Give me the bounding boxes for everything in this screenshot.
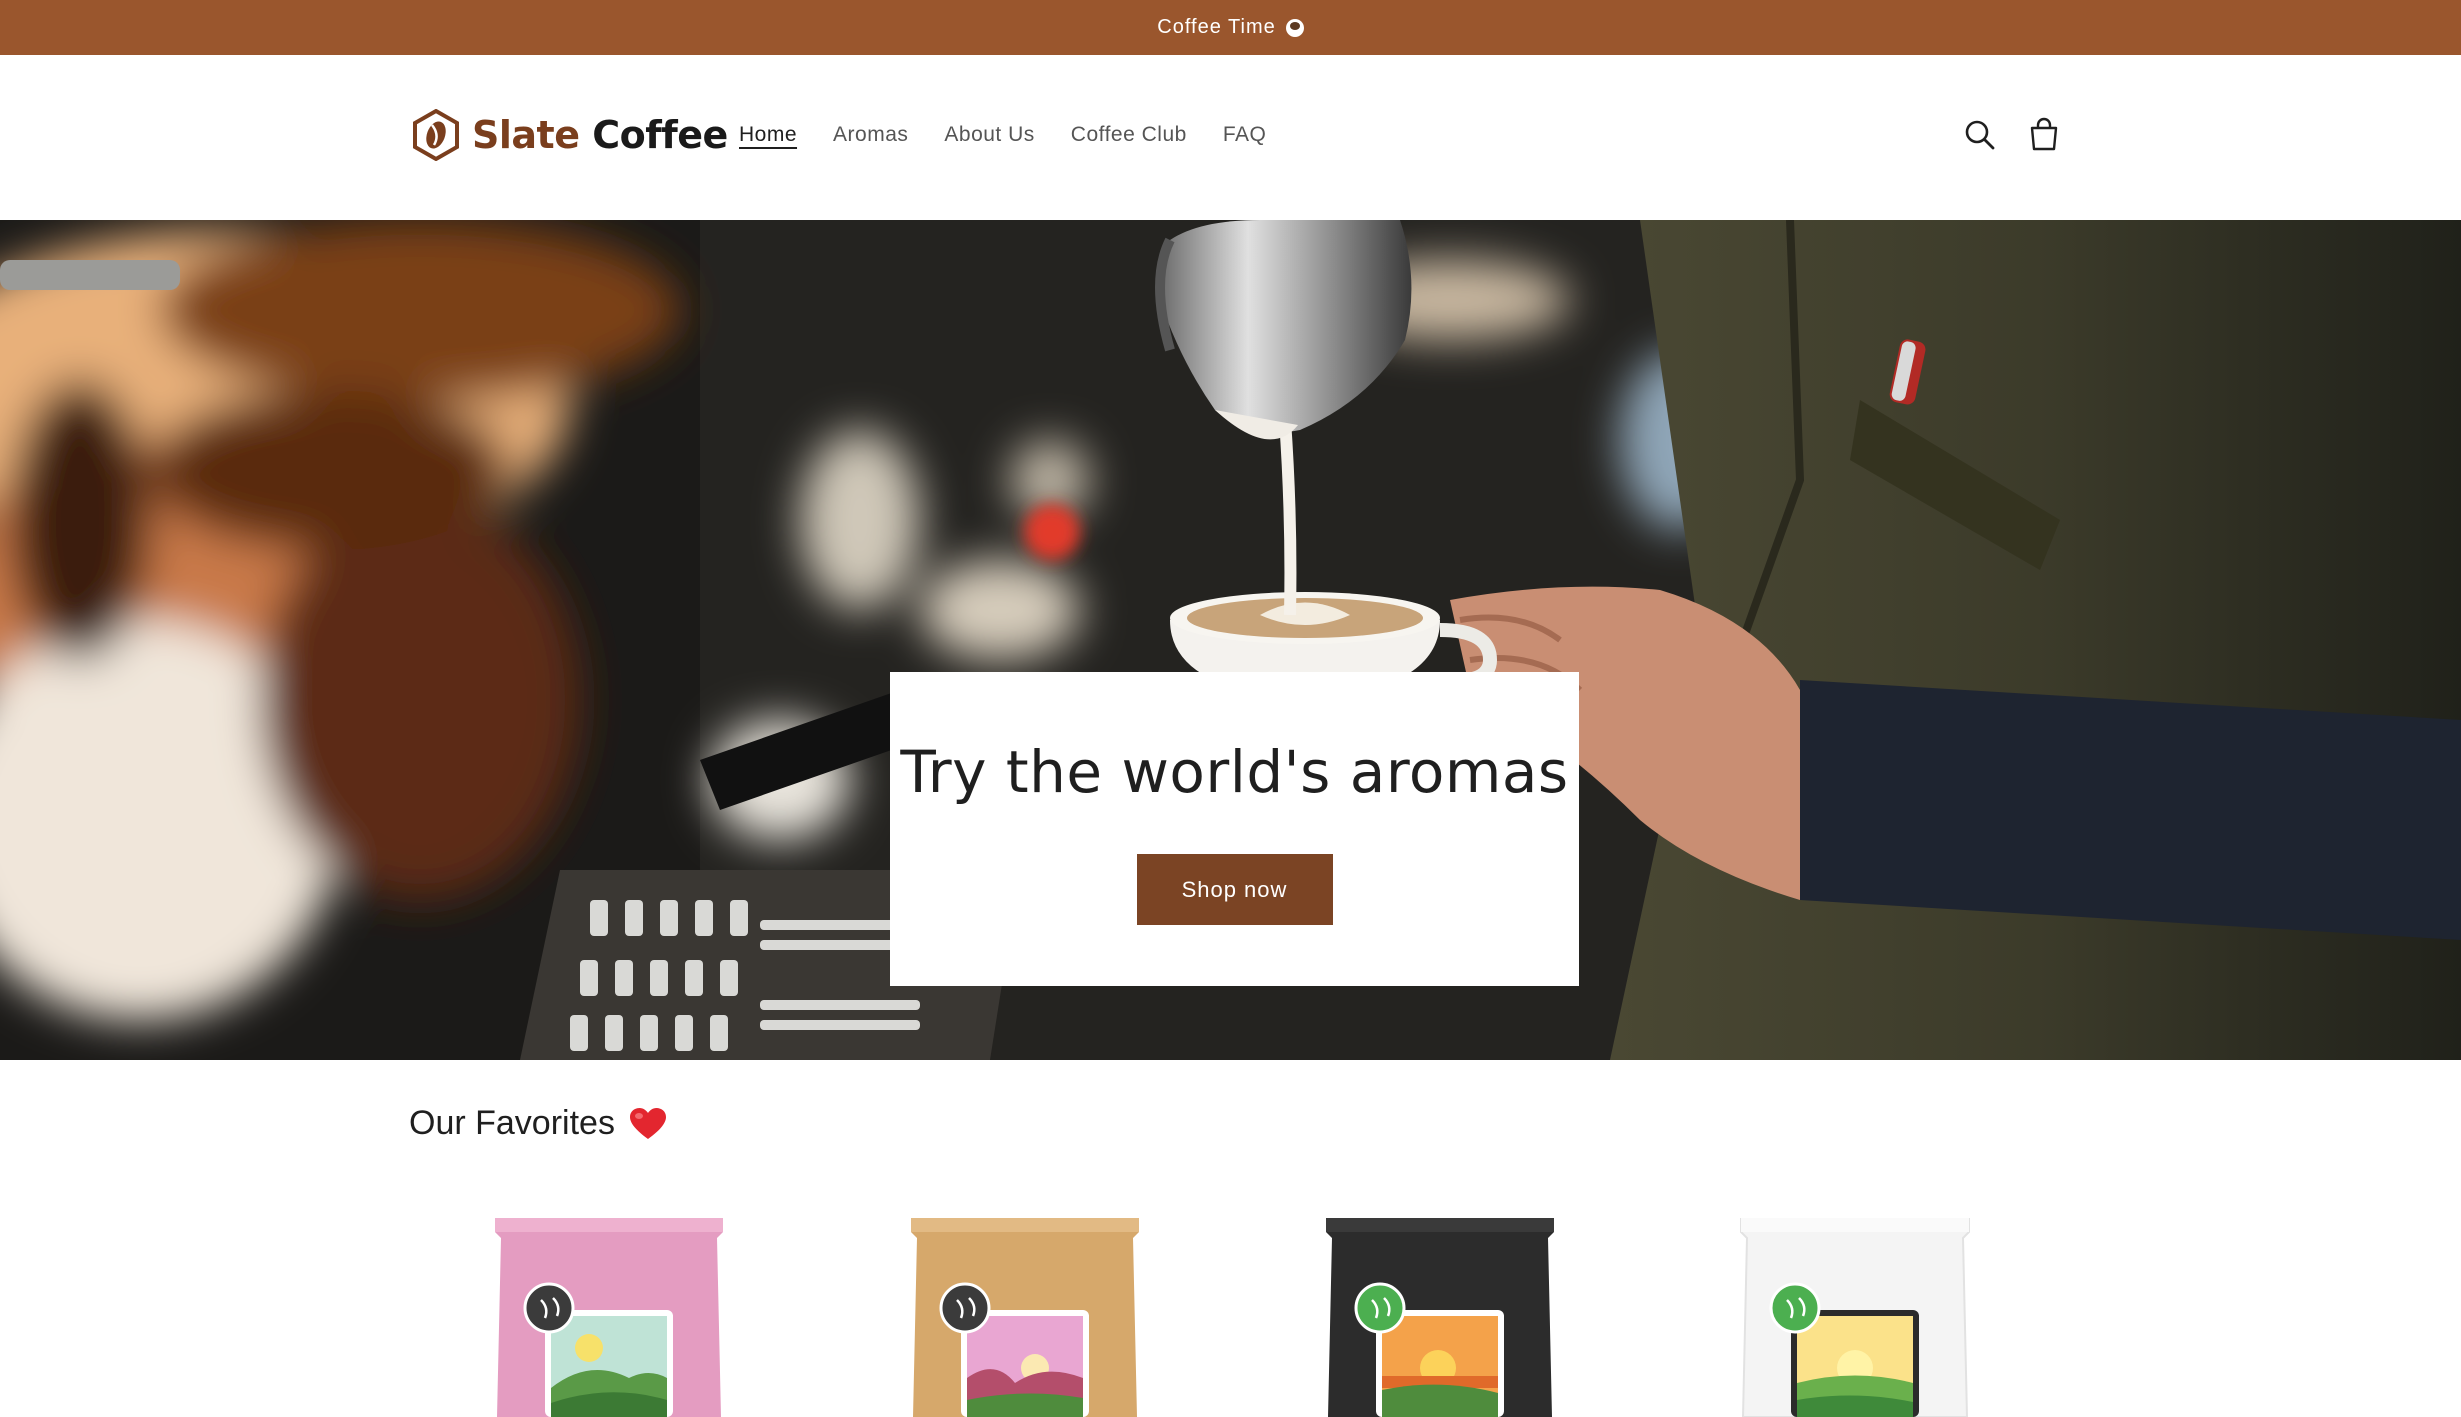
logo[interactable]: Slate Coffee: [412, 105, 728, 165]
coffee-bag-pink: [495, 1218, 723, 1417]
coffee-bean-hexagon-icon: [413, 109, 459, 161]
product-card[interactable]: [489, 1218, 729, 1417]
site-header: Slate Coffee Home Aromas About Us Coffee…: [0, 55, 2461, 220]
coffee-cup-icon: [1285, 18, 1304, 37]
nav-home[interactable]: Home: [739, 123, 797, 147]
nav-faq[interactable]: FAQ: [1223, 123, 1267, 147]
nav-about-us[interactable]: About Us: [944, 123, 1034, 147]
favorites-heading: Our Favorites: [409, 1104, 667, 1143]
coffee-bag-kraft: [911, 1218, 1139, 1417]
cart-icon[interactable]: [2024, 115, 2064, 155]
hero-content-box: Try the world's aromas Shop now: [890, 672, 1579, 986]
coffee-bag-black: [1326, 1218, 1554, 1417]
logo-word-slate: Slate: [472, 113, 580, 157]
announcement-text: Coffee Time: [1157, 16, 1276, 38]
nav-coffee-club[interactable]: Coffee Club: [1071, 123, 1187, 147]
logo-word-coffee: Coffee: [592, 113, 728, 157]
hero-banner: Try the world's aromas Shop now: [0, 220, 2461, 1060]
product-card[interactable]: [905, 1218, 1145, 1417]
logo-text: Slate Coffee: [472, 113, 728, 157]
heart-icon: [629, 1107, 666, 1139]
product-card[interactable]: [1320, 1218, 1560, 1417]
shop-now-button[interactable]: Shop now: [1136, 854, 1333, 925]
search-icon[interactable]: [1960, 115, 2000, 155]
favorites-title: Our Favorites: [409, 1104, 615, 1142]
announcement-bar: Coffee Time: [0, 0, 2461, 55]
product-card[interactable]: [1735, 1217, 1975, 1417]
main-nav: Home Aromas About Us Coffee Club FAQ: [739, 123, 1302, 147]
coffee-bag-white: [1740, 1217, 1970, 1417]
nav-aromas[interactable]: Aromas: [833, 123, 908, 147]
hero-heading: Try the world's aromas: [900, 738, 1569, 806]
